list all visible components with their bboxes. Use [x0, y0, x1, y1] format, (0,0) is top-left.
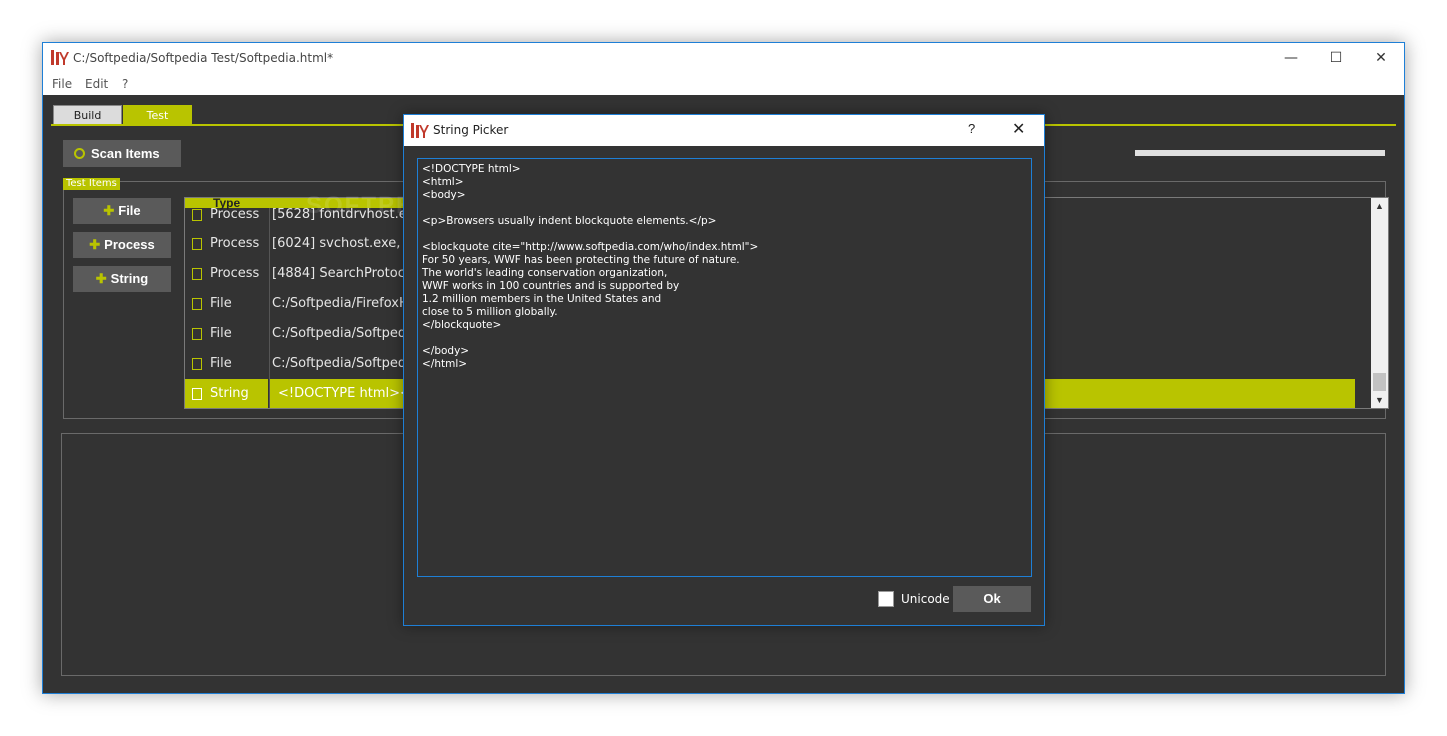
app-logo-icon — [51, 50, 69, 65]
scroll-up-icon[interactable]: ▲ — [1371, 198, 1388, 214]
row-value: C:/Softpedia/Softpedia — [272, 356, 418, 371]
plus-icon: ✚ — [89, 237, 101, 252]
process-icon — [192, 268, 202, 280]
unicode-checkbox[interactable] — [878, 591, 894, 607]
plus-icon: ✚ — [103, 203, 115, 218]
row-type: Process — [210, 236, 260, 251]
tab-build[interactable]: Build — [53, 105, 122, 125]
title-bar: C:/Softpedia/Softpedia Test/Softpedia.ht… — [43, 43, 1404, 73]
unicode-label: Unicode — [901, 592, 950, 606]
menu-help[interactable]: ? — [122, 77, 128, 91]
dialog-title-bar: String Picker ? ✕ — [404, 115, 1044, 146]
row-type: File — [210, 296, 232, 311]
add-string-label: String — [110, 271, 149, 286]
close-button[interactable]: ✕ — [1358, 43, 1404, 73]
string-edit-icon — [192, 388, 202, 400]
process-icon — [192, 238, 202, 250]
row-type: File — [210, 356, 232, 371]
row-type: String — [210, 386, 249, 401]
menu-bar: File Edit ? — [43, 73, 1404, 95]
app-logo-icon — [411, 123, 429, 138]
string-content-textarea[interactable]: <!DOCTYPE html> <html> <body> <p>Browser… — [417, 158, 1032, 577]
menu-file[interactable]: File — [52, 77, 72, 91]
file-icon — [192, 298, 202, 310]
ok-button[interactable]: Ok — [953, 586, 1031, 612]
test-items-label: Test Items — [63, 178, 120, 190]
list-scrollbar[interactable]: ▲ ▼ — [1371, 198, 1388, 408]
add-file-button[interactable]: ✚ File — [73, 198, 171, 224]
add-process-label: Process — [104, 237, 155, 252]
scroll-down-icon[interactable]: ▼ — [1371, 392, 1388, 408]
maximize-button[interactable]: ☐ — [1313, 43, 1359, 73]
plus-icon: ✚ — [95, 271, 107, 286]
tab-test[interactable]: Test — [123, 105, 192, 125]
window-title: C:/Softpedia/Softpedia Test/Softpedia.ht… — [73, 51, 334, 65]
scan-icon — [74, 148, 85, 159]
dialog-help-button[interactable]: ? — [968, 121, 975, 136]
column-separator — [269, 208, 270, 408]
add-string-button[interactable]: ✚ String — [73, 266, 171, 292]
scan-items-button[interactable]: Scan Items — [63, 140, 181, 167]
file-icon — [192, 328, 202, 340]
add-file-label: File — [118, 203, 141, 218]
dialog-close-button[interactable]: ✕ — [1012, 119, 1025, 138]
scroll-thumb[interactable] — [1373, 373, 1386, 391]
scan-items-label: Scan Items — [91, 146, 160, 161]
row-value: C:/Softpedia/FirefoxHis — [272, 296, 420, 311]
dialog-title: String Picker — [433, 123, 509, 137]
add-process-button[interactable]: ✚ Process — [73, 232, 171, 258]
row-value: [6024] svchost.exe, C:\ — [272, 236, 423, 251]
row-type: Process — [210, 266, 260, 281]
file-icon — [192, 358, 202, 370]
menu-edit[interactable]: Edit — [85, 77, 108, 91]
row-value: C:/Softpedia/Softpedia — [272, 326, 418, 341]
process-icon — [192, 209, 202, 221]
string-picker-dialog: String Picker ? ✕ <!DOCTYPE html> <html>… — [403, 114, 1045, 626]
progress-bar — [1135, 150, 1385, 156]
minimize-button[interactable]: — — [1268, 43, 1314, 73]
row-type: File — [210, 326, 232, 341]
